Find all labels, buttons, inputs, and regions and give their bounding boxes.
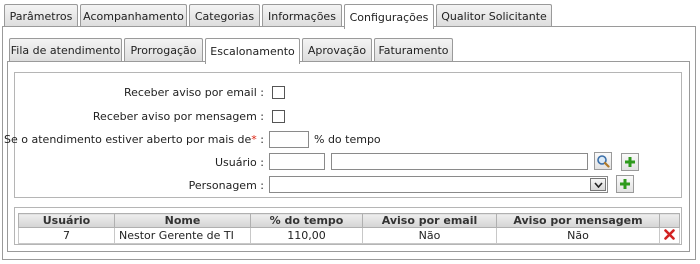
tab-configuracoes[interactable]: Configurações [344,4,434,29]
escalonamento-table: Usuário Nome % do tempo Aviso por email … [18,213,680,244]
plus-icon [625,157,635,167]
chevron-down-icon[interactable] [590,178,606,191]
col-aviso-mensagem[interactable]: Aviso por mensagem [496,213,660,228]
col-nome[interactable]: Nome [114,213,251,228]
tab-categorias[interactable]: Categorias [189,4,260,27]
required-mark: * [251,133,257,146]
tab-informacoes[interactable]: Informações [262,4,342,27]
email-notify-label: Receber aviso por email : [123,86,264,99]
subtab-prorrogacao[interactable]: Prorrogação [124,38,203,62]
email-notify-checkbox[interactable] [272,86,285,99]
cell-aviso-mensagem: Não [496,227,660,244]
message-notify-checkbox[interactable] [272,110,285,123]
cell-tempo: 110,00 [250,227,363,244]
open-time-label-sep: : [260,133,264,146]
add-persona-button[interactable] [616,175,634,193]
persona-select[interactable] [269,176,608,193]
persona-label: Personagem : [188,179,264,192]
add-user-button[interactable] [621,153,639,171]
cell-usuario: 7 [18,227,115,244]
col-actions [659,213,680,228]
message-notify-label: Receber aviso por mensagem : [92,110,264,123]
subtab-faturamento[interactable]: Faturamento [374,38,453,62]
subtab-fila-de-atendimento[interactable]: Fila de atendimento [9,38,122,62]
delete-x-icon [664,228,675,240]
subtab-escalonamento[interactable]: Escalonamento [205,38,300,64]
tab-acompanhamento[interactable]: Acompanhamento [80,4,187,27]
delete-row-button[interactable] [659,227,680,244]
user-label: Usuário : [214,156,264,169]
user-search-button[interactable] [594,152,612,170]
cell-nome: Nestor Gerente de TI [114,227,251,244]
open-time-percent-input[interactable] [269,131,309,148]
magnifier-icon [597,155,610,168]
tab-parametros[interactable]: Parâmetros [4,4,78,27]
user-name-input[interactable] [331,153,588,170]
table-row[interactable]: 7 Nestor Gerente de TI 110,00 Não Não [18,227,680,244]
col-usuario[interactable]: Usuário [18,213,115,228]
col-aviso-email[interactable]: Aviso por email [362,213,497,228]
col-tempo[interactable]: % do tempo [250,213,363,228]
tab-qualitor-solicitante[interactable]: Qualitor Solicitante [436,4,552,27]
open-time-suffix: % do tempo [314,133,381,146]
escalonamento-grid: Usuário Nome % do tempo Aviso por email … [14,207,682,245]
plus-icon [620,179,630,189]
open-time-label: Se o atendimento estiver aberto por mais… [4,133,264,146]
open-time-label-text: Se o atendimento estiver aberto por mais… [4,133,252,146]
cell-aviso-email: Não [362,227,497,244]
subtab-aprovacao[interactable]: Aprovação [302,38,372,62]
user-code-input[interactable] [269,153,325,170]
